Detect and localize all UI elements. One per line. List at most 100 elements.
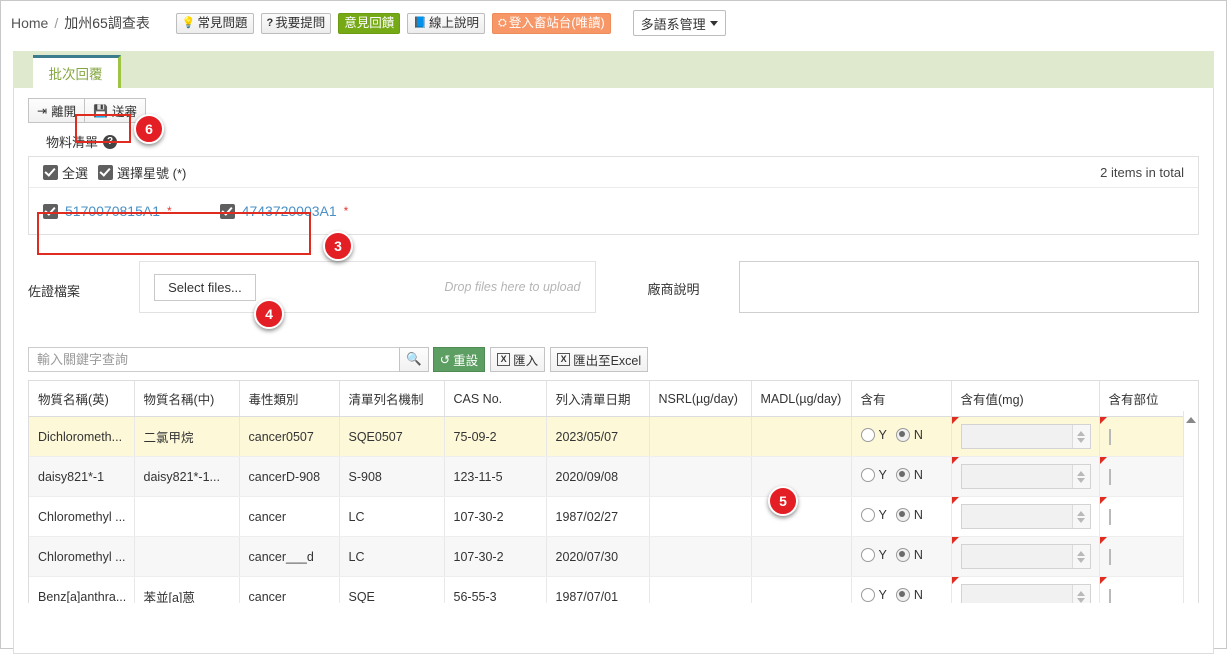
- online-help-button[interactable]: 📘 線上說明: [407, 12, 486, 34]
- cell-list-mechanism: LC: [339, 496, 445, 537]
- contain-value-stepper[interactable]: [960, 584, 1091, 603]
- search-button[interactable]: 🔍: [399, 347, 429, 372]
- contain-part-field[interactable]: [1108, 548, 1111, 565]
- col-name-zh[interactable]: 物質名稱(中): [134, 381, 240, 417]
- file-dropzone[interactable]: Select files... Drop files here to uploa…: [139, 261, 596, 313]
- col-nsrl[interactable]: NSRL(µg/day): [649, 381, 752, 417]
- cell-contain-value[interactable]: [951, 496, 1100, 537]
- stepper-down-icon[interactable]: [1077, 557, 1085, 563]
- help-icon[interactable]: ?: [103, 134, 118, 149]
- stepper-up-icon[interactable]: [1077, 550, 1085, 556]
- list-item[interactable]: 4743720003A1 *: [219, 203, 348, 219]
- radio-yes[interactable]: [860, 468, 875, 482]
- tab-batch-reply[interactable]: 批次回覆: [33, 55, 121, 88]
- list-item-link[interactable]: 4743720003A1: [242, 203, 337, 219]
- checkbox-icon[interactable]: [43, 203, 58, 219]
- stepper-buttons[interactable]: [1071, 425, 1090, 448]
- stepper-down-icon[interactable]: [1077, 477, 1085, 483]
- table-row[interactable]: Benz[a]anthra... 苯並[a]蒽 cancer SQE 56-55-3 19…: [29, 576, 1198, 603]
- list-item[interactable]: 5170070815A1 *: [43, 203, 172, 219]
- radio-no[interactable]: [895, 428, 910, 442]
- select-files-button[interactable]: Select files...: [154, 273, 256, 301]
- contain-value-stepper[interactable]: [960, 424, 1091, 449]
- import-button[interactable]: X 匯入: [490, 347, 546, 372]
- cell-contain-value[interactable]: [951, 416, 1100, 457]
- exit-button[interactable]: ⇥ 離開: [28, 98, 86, 123]
- contain-part-field[interactable]: [1108, 588, 1111, 603]
- col-name-en[interactable]: 物質名稱(英): [29, 381, 135, 417]
- language-manage-label: 多語系管理: [640, 16, 706, 32]
- radio-yes[interactable]: [860, 508, 875, 522]
- stepper-up-icon[interactable]: [1077, 430, 1085, 436]
- table-row[interactable]: Chloromethyl ... cancer LC 107-30-2 1987/02/…: [29, 496, 1198, 537]
- contains-radio-group[interactable]: YN: [860, 588, 923, 602]
- contain-part-field[interactable]: [1108, 508, 1111, 525]
- contain-value-stepper[interactable]: [960, 464, 1091, 489]
- select-star-checkbox[interactable]: 選擇星號 (*): [98, 163, 186, 182]
- col-madl[interactable]: MADL(µg/day): [751, 381, 852, 417]
- cell-contains[interactable]: YN: [851, 576, 952, 603]
- upload-row: 佐證檔案 Select files... Drop files here to …: [28, 261, 1199, 313]
- cell-contains[interactable]: YN: [851, 536, 952, 577]
- stepper-up-icon[interactable]: [1077, 510, 1085, 516]
- col-list-date[interactable]: 列入清單日期: [546, 381, 650, 417]
- cell-name-zh: 二氯甲烷: [134, 416, 240, 457]
- contains-radio-group[interactable]: YN: [860, 428, 923, 442]
- radio-no[interactable]: [895, 468, 910, 482]
- radio-yes[interactable]: [860, 428, 875, 442]
- col-contains[interactable]: 含有: [851, 381, 952, 417]
- table-row[interactable]: Chloromethyl ... cancer___d LC 107-30-2 2020…: [29, 536, 1198, 577]
- select-all-checkbox[interactable]: 全選: [43, 163, 88, 182]
- login-readonly-button[interactable]: ⛭ 登入畜站台(唯讀): [492, 12, 611, 34]
- grid-vertical-scrollbar[interactable]: [1183, 411, 1198, 603]
- table-row[interactable]: Dichlorometh... 二氯甲烷 cancer0507 SQE0507 75-0…: [29, 416, 1198, 457]
- cell-contains[interactable]: YN: [851, 416, 952, 457]
- col-cas-no[interactable]: CAS No.: [444, 381, 547, 417]
- stepper-down-icon[interactable]: [1077, 597, 1085, 603]
- stepper-buttons[interactable]: [1071, 465, 1090, 488]
- cell-contains[interactable]: YN: [851, 456, 952, 497]
- contains-radio-group[interactable]: YN: [860, 468, 923, 482]
- ask-question-button[interactable]: ? 我要提問: [260, 12, 332, 34]
- table-row[interactable]: daisy821*-1 daisy821*-1... cancerD-908 S-90…: [29, 456, 1198, 497]
- contains-radio-group[interactable]: YN: [860, 508, 923, 522]
- col-toxic-type[interactable]: 毒性類別: [239, 381, 340, 417]
- stepper-down-icon[interactable]: [1077, 437, 1085, 443]
- checkbox-icon[interactable]: [219, 203, 235, 219]
- stepper-down-icon[interactable]: [1077, 517, 1085, 523]
- cell-contain-value[interactable]: [951, 576, 1100, 603]
- col-list-mechanism[interactable]: 清單列名機制: [339, 381, 445, 417]
- search-input[interactable]: [28, 347, 400, 372]
- faq-button[interactable]: 💡 常見問題: [175, 12, 254, 34]
- language-manage-dropdown[interactable]: 多語系管理: [632, 10, 726, 36]
- radio-no[interactable]: [895, 548, 910, 562]
- stepper-buttons[interactable]: [1071, 545, 1090, 568]
- contain-part-field[interactable]: [1108, 428, 1111, 445]
- contain-value-stepper[interactable]: [960, 504, 1091, 529]
- import-button-label: 匯入: [513, 354, 539, 368]
- radio-yes[interactable]: [860, 548, 875, 562]
- contain-value-stepper[interactable]: [960, 544, 1091, 569]
- stepper-up-icon[interactable]: [1077, 470, 1085, 476]
- radio-yes[interactable]: [860, 588, 875, 602]
- col-contain-value[interactable]: 含有值(mg): [951, 381, 1100, 417]
- contain-part-field[interactable]: [1108, 468, 1111, 485]
- stepper-buttons[interactable]: [1071, 505, 1090, 528]
- feedback-button[interactable]: 意見回饋: [338, 12, 401, 34]
- stepper-up-icon[interactable]: [1077, 590, 1085, 596]
- radio-no[interactable]: [895, 588, 910, 602]
- breadcrumb-home[interactable]: Home: [11, 15, 48, 31]
- reset-button[interactable]: ↺ 重設: [432, 347, 486, 372]
- breadcrumb-current: 加州65調查表: [64, 15, 150, 31]
- cell-contain-value[interactable]: [951, 456, 1100, 497]
- vendor-note-textarea[interactable]: [738, 261, 1199, 313]
- ask-question-button-label: 我要提問: [275, 15, 326, 30]
- list-item-link[interactable]: 5170070815A1: [65, 203, 160, 219]
- stepper-buttons[interactable]: [1071, 585, 1090, 603]
- cell-contains[interactable]: YN: [851, 496, 952, 537]
- export-excel-button[interactable]: X 匯出至Excel: [550, 347, 649, 372]
- contains-radio-group[interactable]: YN: [860, 548, 923, 562]
- radio-no[interactable]: [895, 508, 910, 522]
- cell-contain-value[interactable]: [951, 536, 1100, 577]
- scroll-up-arrow-icon[interactable]: [1186, 417, 1196, 423]
